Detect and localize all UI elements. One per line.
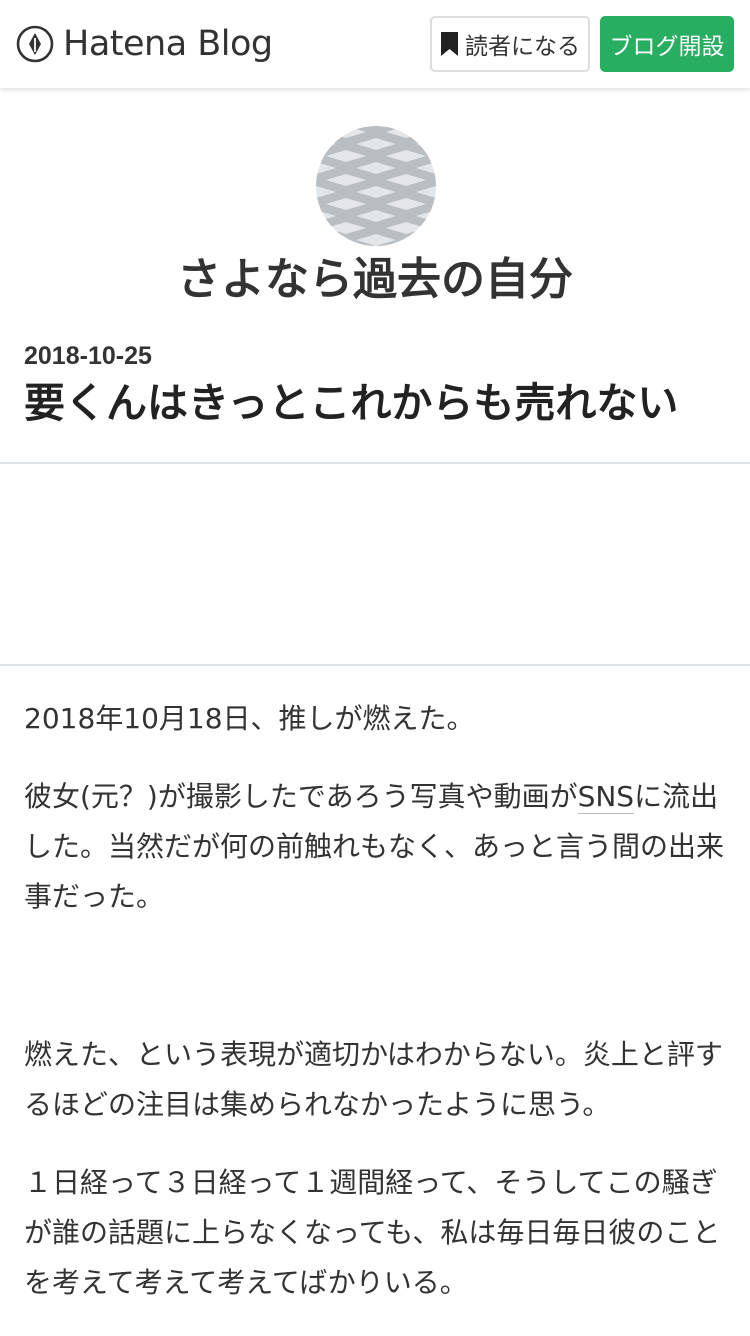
subscribe-label: 読者になる — [465, 34, 580, 60]
ad-space — [0, 464, 750, 664]
global-header: Hatena Blog 読者になる ブログ開設 — [0, 0, 750, 88]
blog-title[interactable]: さよなら過去の自分 — [0, 248, 750, 312]
entry-title[interactable]: 要くんはきっとこれからも売れない — [24, 374, 734, 432]
divider-bottom — [0, 664, 750, 666]
subscribe-button[interactable]: 読者になる — [430, 16, 590, 72]
paragraph-text: 彼女(元？)が撮影したであろう写真や動画が — [24, 780, 578, 813]
bookmark-icon — [440, 31, 459, 57]
create-blog-label: ブログ開設 — [609, 34, 725, 60]
paragraph: 彼女(元？)が撮影したであろう写真や動画がSNSに流出した。当然だが何の前触れも… — [24, 772, 730, 922]
blog-avatar[interactable] — [316, 126, 436, 246]
hatena-blog-logo[interactable]: Hatena Blog — [16, 22, 273, 66]
paragraph: １日経って３日経って１週間経って、そうしてこの騒ぎが誰の話題に上らなくなっても、… — [24, 1166, 721, 1299]
logo-text: Hatena Blog — [63, 24, 273, 64]
create-blog-button[interactable]: ブログ開設 — [600, 16, 734, 72]
paragraph: 2018年10月18日、推しが燃えた。 — [24, 702, 475, 735]
entry-body: 2018年10月18日、推しが燃えた。 彼女(元？)が撮影したであろう写真や動画… — [24, 694, 730, 1336]
pen-nib-icon — [16, 25, 54, 63]
keyword-link-sns[interactable]: SNS — [577, 780, 635, 814]
entry-date[interactable]: 2018-10-25 — [24, 340, 152, 372]
paragraph: 燃えた、という表現が適切かはわからない。炎上と評するほどの注目は集められなかった… — [24, 1038, 723, 1121]
